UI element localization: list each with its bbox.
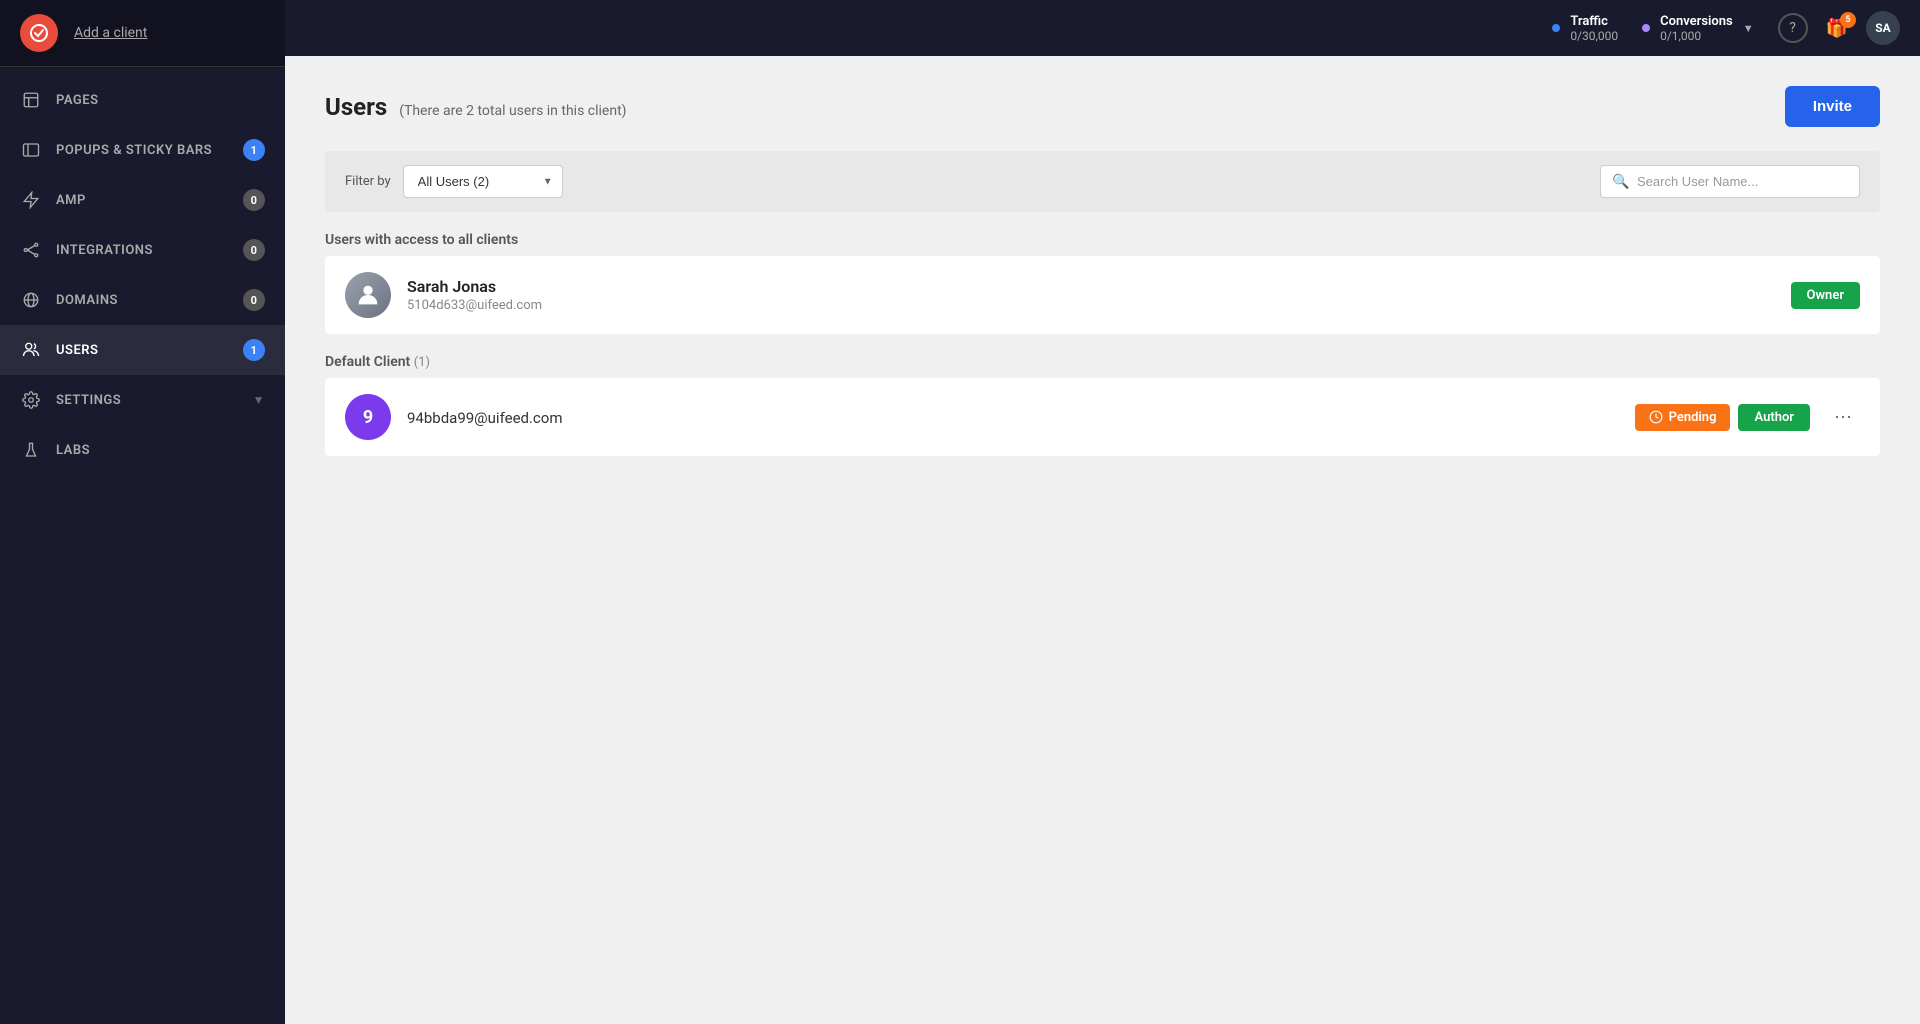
traffic-label: Traffic — [1570, 14, 1618, 29]
client-count: (1) — [414, 355, 430, 370]
conversions-dropdown-icon[interactable]: ▼ — [1743, 22, 1754, 35]
user-name: Sarah Jonas — [407, 277, 1791, 296]
default-client-section: Default Client (1) 9 94bbda99@uifeed.com — [325, 354, 1880, 456]
sidebar-nav: PAGES POPUPS & STICKY BARS 1 AMP 0 — [0, 67, 285, 1024]
topbar: Traffic 0/30,000 Conversions 0/1,000 ▼ ?… — [285, 0, 1920, 56]
integrations-badge: 0 — [243, 239, 265, 261]
users-badge: 1 — [243, 339, 265, 361]
user-badges: Pending Author ⋯ — [1635, 403, 1860, 432]
page-subtitle: (There are 2 total users in this client) — [399, 103, 626, 119]
sidebar-item-settings[interactable]: SETTINGS ▼ — [0, 375, 285, 425]
popups-badge: 1 — [243, 139, 265, 161]
filter-label: Filter by — [345, 174, 391, 189]
help-icon[interactable]: ? — [1778, 13, 1808, 43]
pending-label: Pending — [1669, 410, 1717, 425]
conversions-widget: Conversions 0/1,000 ▼ — [1642, 14, 1753, 43]
page-content: Users (There are 2 total users in this c… — [285, 56, 1920, 1024]
sidebar-item-label: POPUPS & STICKY BARS — [56, 143, 212, 158]
popups-icon — [20, 139, 42, 161]
sidebar-item-label: SETTINGS — [56, 393, 121, 408]
domains-icon — [20, 289, 42, 311]
sidebar-item-amp[interactable]: AMP 0 — [0, 175, 285, 225]
sidebar-item-label: PAGES — [56, 93, 99, 108]
amp-icon — [20, 189, 42, 211]
sidebar-item-label: USERS — [56, 343, 99, 358]
traffic-widget: Traffic 0/30,000 — [1552, 14, 1618, 43]
filter-select-wrapper: All Users (2) — [403, 165, 563, 198]
sidebar-item-label: LABS — [56, 443, 90, 458]
sidebar-item-integrations[interactable]: INTEGRATIONS 0 — [0, 225, 285, 275]
topbar-icons: ? 🎁 5 SA — [1778, 11, 1900, 45]
owner-badge: Owner — [1791, 282, 1861, 309]
settings-arrow-icon: ▼ — [253, 393, 265, 407]
sidebar: Add a client PAGES POPUPS & STICKY — [0, 0, 285, 1024]
sidebar-item-domains[interactable]: DOMAINS 0 — [0, 275, 285, 325]
sidebar-item-label: DOMAINS — [56, 293, 118, 308]
user-info: 94bbda99@uifeed.com — [407, 407, 1635, 427]
page-title-area: Users (There are 2 total users in this c… — [325, 93, 627, 121]
author-badge: Author — [1738, 404, 1810, 431]
filter-select[interactable]: All Users (2) — [403, 165, 563, 198]
filter-row: Filter by All Users (2) 🔍 — [325, 151, 1880, 212]
users-icon — [20, 339, 42, 361]
pages-icon — [20, 89, 42, 111]
logo-icon — [20, 14, 58, 52]
settings-icon — [20, 389, 42, 411]
gift-icon[interactable]: 🎁 5 — [1826, 18, 1848, 39]
domains-badge: 0 — [243, 289, 265, 311]
gift-badge: 5 — [1840, 12, 1856, 28]
conv-dot — [1642, 24, 1650, 32]
pending-badge: Pending — [1635, 404, 1731, 431]
filter-group: Filter by All Users (2) — [345, 165, 563, 198]
invite-button[interactable]: Invite — [1785, 86, 1880, 127]
sidebar-item-popups[interactable]: POPUPS & STICKY BARS 1 — [0, 125, 285, 175]
avatar — [345, 272, 391, 318]
sidebar-item-labs[interactable]: LABS — [0, 425, 285, 475]
sidebar-item-label: INTEGRATIONS — [56, 243, 153, 258]
conversions-label: Conversions — [1660, 14, 1733, 29]
add-client-link[interactable]: Add a client — [74, 25, 147, 41]
search-wrapper: 🔍 — [1600, 165, 1860, 198]
table-row: 9 94bbda99@uifeed.com Pending Author ⋯ — [325, 378, 1880, 456]
traffic-dot — [1552, 24, 1560, 32]
search-input[interactable] — [1600, 165, 1860, 198]
sidebar-item-pages[interactable]: PAGES — [0, 75, 285, 125]
conversions-value: 0/1,000 — [1660, 29, 1733, 43]
user-email: 94bbda99@uifeed.com — [407, 409, 1635, 427]
default-client-title: Default Client (1) — [325, 354, 1880, 370]
avatar[interactable]: SA — [1866, 11, 1900, 45]
all-access-section: Users with access to all clients Sarah J… — [325, 232, 1880, 334]
sidebar-item-label: AMP — [56, 193, 86, 208]
avatar-initial: 9 — [363, 407, 373, 428]
all-access-section-title: Users with access to all clients — [325, 232, 1880, 248]
amp-badge: 0 — [243, 189, 265, 211]
labs-icon — [20, 439, 42, 461]
search-icon: 🔍 — [1612, 174, 1629, 190]
integrations-icon — [20, 239, 42, 261]
user-email: 5104d633@uifeed.com — [407, 298, 1791, 313]
main-area: Traffic 0/30,000 Conversions 0/1,000 ▼ ?… — [285, 0, 1920, 1024]
page-title: Users — [325, 93, 387, 121]
table-row: Sarah Jonas 5104d633@uifeed.com Owner — [325, 256, 1880, 334]
default-client-label: Default Client — [325, 354, 410, 370]
page-header: Users (There are 2 total users in this c… — [325, 86, 1880, 127]
sidebar-item-users[interactable]: USERS 1 — [0, 325, 285, 375]
sidebar-header: Add a client — [0, 0, 285, 67]
avatar: 9 — [345, 394, 391, 440]
more-options-button[interactable]: ⋯ — [1826, 403, 1860, 432]
traffic-value: 0/30,000 — [1570, 29, 1618, 43]
user-info: Sarah Jonas 5104d633@uifeed.com — [407, 277, 1791, 313]
